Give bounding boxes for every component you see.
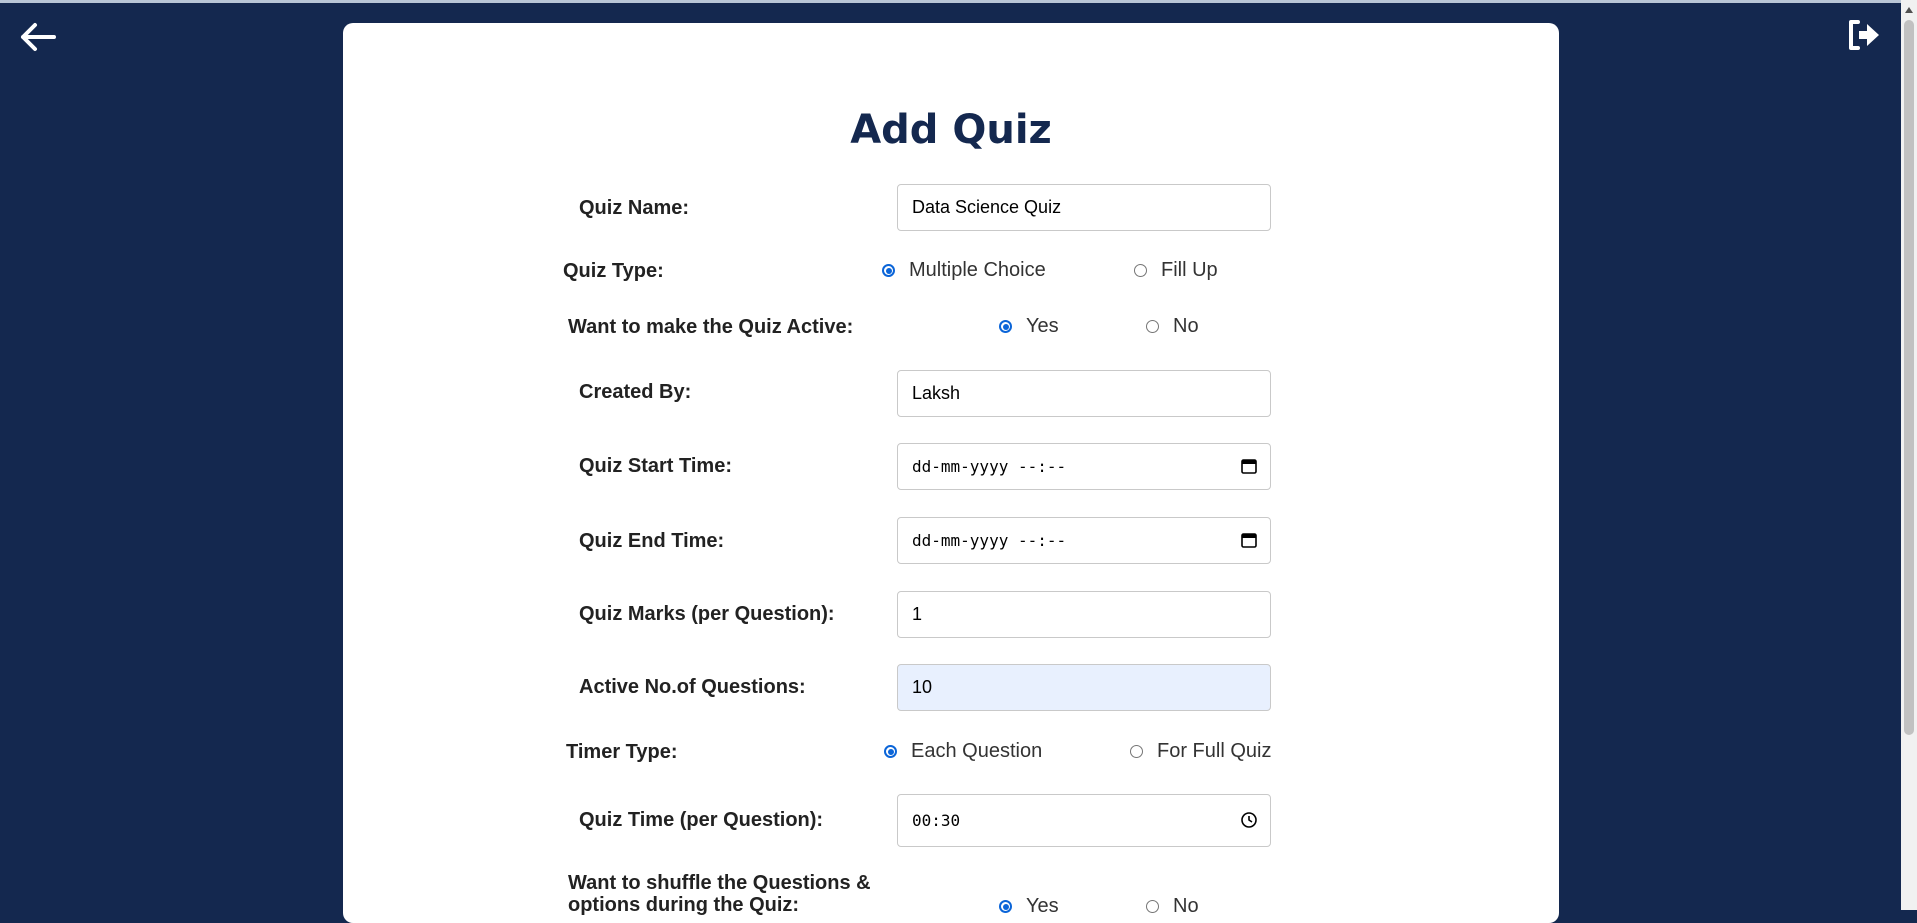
scrollbar-thumb[interactable] <box>1904 20 1914 735</box>
quiz-end-time-label: Quiz End Time: <box>579 530 725 552</box>
radio-label: Multiple Choice <box>909 259 1046 281</box>
quiz-name-input[interactable] <box>897 184 1271 231</box>
arrow-left-icon <box>21 23 56 51</box>
quiz-type-fill-up-radio[interactable]: Fill Up <box>1134 259 1218 282</box>
quiz-time-label: Quiz Time (per Question): <box>579 809 824 831</box>
calendar-icon[interactable] <box>1240 531 1258 549</box>
radio-unselected-icon[interactable] <box>1134 264 1147 277</box>
sign-out-icon <box>1849 20 1879 50</box>
radio-selected-icon[interactable] <box>882 264 895 277</box>
shuffle-label: Want to shuffle the Questions & options … <box>568 872 871 916</box>
clock-icon[interactable] <box>1240 811 1258 829</box>
timer-type-each-question-radio[interactable]: Each Question <box>884 740 1042 763</box>
quiz-active-label: Want to make the Quiz Active: <box>568 316 854 338</box>
radio-unselected-icon[interactable] <box>1146 900 1159 913</box>
page-title: Add Quiz <box>850 107 1052 153</box>
quiz-start-time-label: Quiz Start Time: <box>579 455 732 477</box>
logout-button[interactable] <box>1846 17 1882 53</box>
calendar-icon[interactable] <box>1240 457 1258 475</box>
created-by-input[interactable] <box>897 370 1271 417</box>
quiz-active-yes-radio[interactable]: Yes <box>999 315 1059 338</box>
radio-unselected-icon[interactable] <box>1146 320 1159 333</box>
datetime-placeholder: dd-mm-yyyy --:-- <box>912 531 1067 550</box>
radio-unselected-icon[interactable] <box>1130 745 1143 758</box>
datetime-placeholder: dd-mm-yyyy --:-- <box>912 457 1067 476</box>
radio-label: For Full Quiz <box>1157 740 1272 762</box>
quiz-marks-input[interactable] <box>897 591 1271 638</box>
quiz-time-input[interactable]: 00:30 <box>897 794 1271 847</box>
quiz-active-no-radio[interactable]: No <box>1146 315 1199 338</box>
quiz-marks-label: Quiz Marks (per Question): <box>579 603 835 625</box>
radio-selected-icon[interactable] <box>999 900 1012 913</box>
quiz-end-time-input[interactable]: dd-mm-yyyy --:-- <box>897 517 1271 564</box>
radio-label: Fill Up <box>1161 259 1218 281</box>
page-scrollbar[interactable] <box>1901 0 1917 910</box>
timer-type-label: Timer Type: <box>566 741 678 763</box>
add-quiz-card: Add Quiz Quiz Name: Quiz Type: Multiple … <box>343 23 1559 923</box>
created-by-label: Created By: <box>579 381 692 403</box>
radio-label: Each Question <box>911 740 1043 762</box>
window-top-border <box>0 0 1917 3</box>
quiz-type-multiple-choice-radio[interactable]: Multiple Choice <box>882 259 1046 282</box>
radio-label: Yes <box>1026 315 1059 337</box>
quiz-name-label: Quiz Name: <box>579 197 690 219</box>
active-questions-label: Active No.of Questions: <box>579 676 806 698</box>
back-button[interactable] <box>18 18 58 56</box>
radio-selected-icon[interactable] <box>999 320 1012 333</box>
time-value: 00:30 <box>912 811 961 830</box>
timer-type-full-quiz-radio[interactable]: For Full Quiz <box>1130 740 1271 763</box>
quiz-start-time-input[interactable]: dd-mm-yyyy --:-- <box>897 443 1271 490</box>
active-questions-input[interactable] <box>897 664 1271 711</box>
shuffle-no-radio[interactable]: No <box>1146 895 1199 918</box>
radio-selected-icon[interactable] <box>884 745 897 758</box>
radio-label: Yes <box>1026 895 1059 917</box>
scroll-up-arrow-icon[interactable] <box>1905 7 1913 13</box>
shuffle-yes-radio[interactable]: Yes <box>999 895 1059 918</box>
radio-label: No <box>1173 895 1199 917</box>
quiz-type-label: Quiz Type: <box>563 260 664 282</box>
radio-label: No <box>1173 315 1199 337</box>
